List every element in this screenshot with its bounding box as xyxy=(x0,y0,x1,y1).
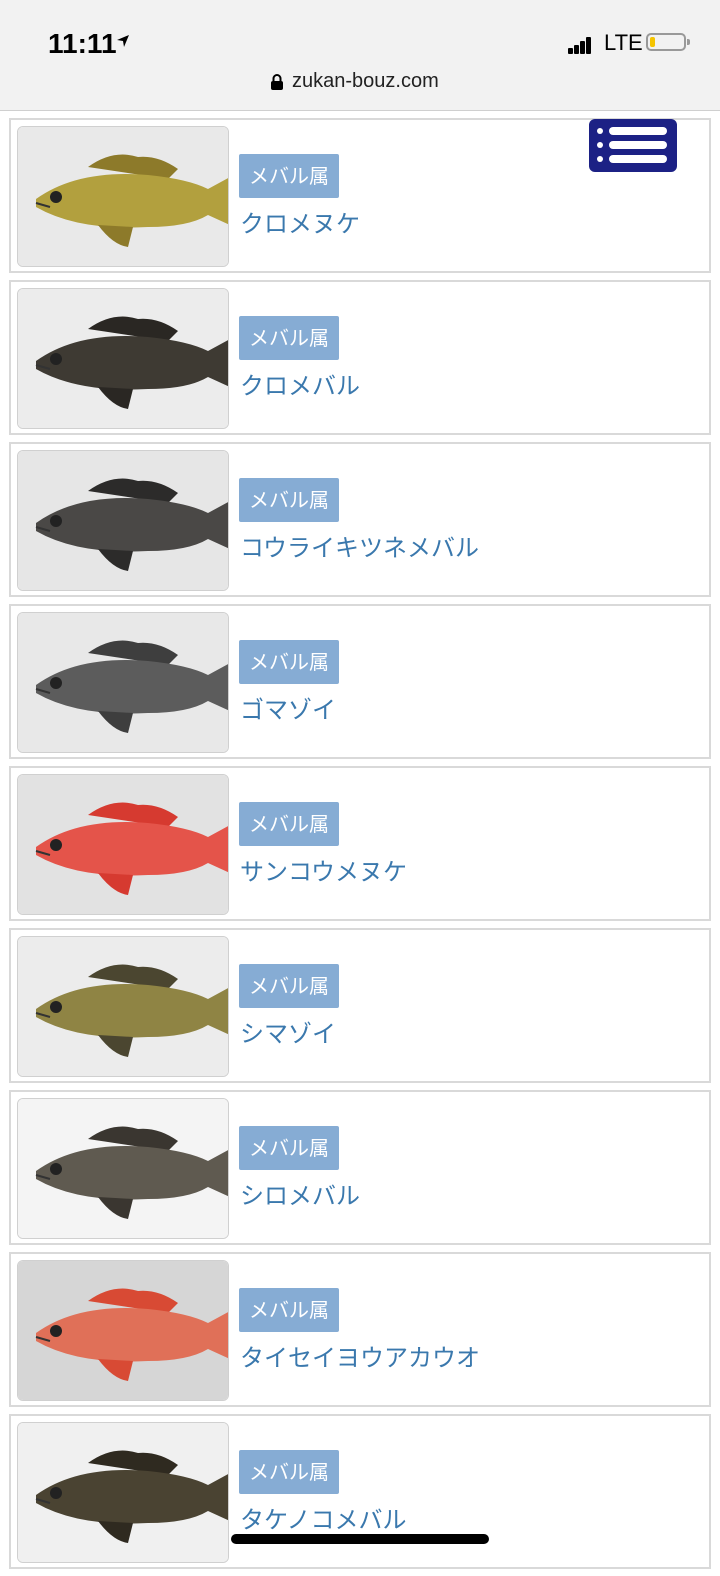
fish-card[interactable]: メバル属タケノコメバル xyxy=(9,1414,711,1569)
genus-badge: メバル属 xyxy=(239,316,339,360)
fish-name-link[interactable]: コウライキツネメバル xyxy=(240,528,479,563)
fish-thumbnail[interactable] xyxy=(17,288,229,429)
fish-card[interactable]: メバル属サンコウメヌケ xyxy=(9,766,711,921)
browser-top-bar: 11:11 LTE zukan-bouz.com xyxy=(0,0,720,111)
fish-list: メバル属 クロメヌケ メバル属 クロメバル メバル属 コウライキツネメバル メバル属 ゴマゾイ… xyxy=(9,118,711,1576)
genus-badge: メバル属 xyxy=(239,478,339,522)
genus-badge: メバル属 xyxy=(239,1288,339,1332)
fish-name-link[interactable]: タイセイヨウアカウオ xyxy=(240,1338,480,1373)
carrier-label: LTE xyxy=(604,30,643,55)
fish-card[interactable]: メバル属 シマゾイ xyxy=(9,928,711,1083)
fish-thumbnail[interactable] xyxy=(17,126,229,267)
fish-card[interactable]: メバル属タイセイヨウアカウオ xyxy=(9,1252,711,1407)
fish-card[interactable]: メバル属コウライキツネメバル xyxy=(9,442,711,597)
fish-name-link[interactable]: クロメヌケ xyxy=(240,204,360,239)
home-indicator xyxy=(231,1534,489,1544)
status-time: 11:11 xyxy=(48,28,117,59)
fish-card[interactable]: メバル属 シロメバル xyxy=(9,1090,711,1245)
menu-button[interactable] xyxy=(589,119,677,172)
url-field[interactable]: zukan-bouz.com xyxy=(292,70,439,93)
location-arrow-icon xyxy=(116,33,130,52)
fish-name-link[interactable]: シロメバル xyxy=(240,1176,360,1211)
fish-name-link[interactable]: ゴマゾイ xyxy=(240,690,336,725)
fish-thumbnail[interactable] xyxy=(17,1422,229,1563)
fish-thumbnail[interactable] xyxy=(17,774,229,915)
genus-badge: メバル属 xyxy=(239,154,339,198)
genus-badge: メバル属 xyxy=(239,1450,339,1494)
genus-badge: メバル属 xyxy=(239,1126,339,1170)
fish-card[interactable]: メバル属 クロメバル xyxy=(9,280,711,435)
fish-thumbnail[interactable] xyxy=(17,450,229,591)
fish-thumbnail[interactable] xyxy=(17,936,229,1077)
fish-name-link[interactable]: クロメバル xyxy=(240,366,360,401)
genus-badge: メバル属 xyxy=(239,640,339,684)
fish-thumbnail[interactable] xyxy=(17,1260,229,1401)
fish-name-link[interactable]: タケノコメバル xyxy=(240,1500,407,1535)
fish-name-link[interactable]: サンコウメヌケ xyxy=(240,852,407,887)
fish-card[interactable]: メバル属 ゴマゾイ xyxy=(9,604,711,759)
genus-badge: メバル属 xyxy=(239,802,339,846)
fish-thumbnail[interactable] xyxy=(17,612,229,753)
battery-low-icon xyxy=(646,33,690,51)
fish-name-link[interactable]: シマゾイ xyxy=(240,1014,336,1049)
lock-icon xyxy=(270,73,284,95)
fish-thumbnail[interactable] xyxy=(17,1098,229,1239)
genus-badge: メバル属 xyxy=(239,964,339,1008)
signal-bars-icon xyxy=(568,36,592,54)
